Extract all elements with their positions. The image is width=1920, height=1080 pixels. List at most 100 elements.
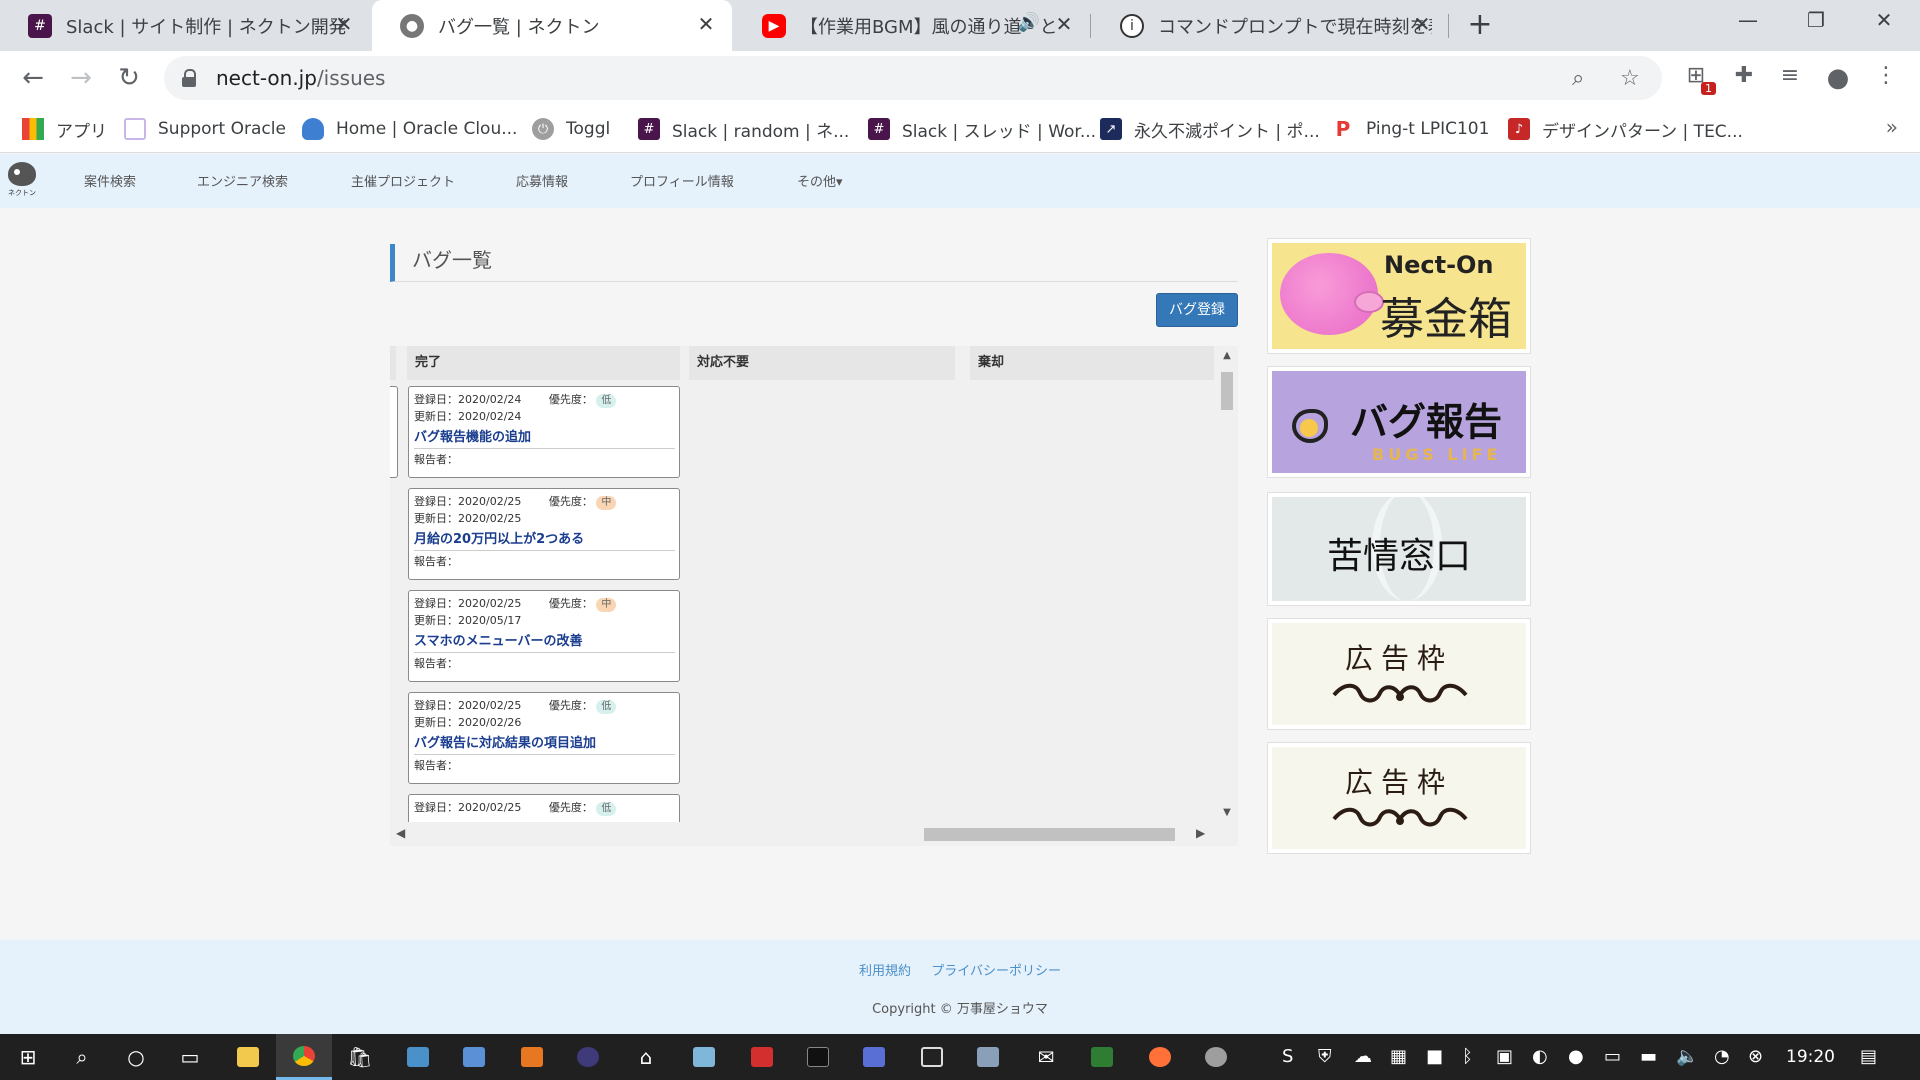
matlab-icon[interactable] <box>504 1034 560 1080</box>
nav-engineer-search[interactable]: エンジニア検索 <box>197 171 288 190</box>
onedrive-icon[interactable]: ☁ <box>1354 1046 1372 1067</box>
partial-card[interactable] <box>390 386 398 478</box>
speaker-icon[interactable]: 🔊 <box>1018 12 1040 33</box>
address-bar[interactable]: nect-on.jp/issues ⌕ ☆ <box>164 56 1662 100</box>
media-queue-icon[interactable]: ≡ <box>1776 63 1804 91</box>
bookmark-slack-thread[interactable]: # Slack | スレッド | Wor... <box>868 116 1096 142</box>
profile-avatar-icon[interactable]: ● <box>1824 63 1852 93</box>
battery-icon[interactable]: ▬ <box>1640 1046 1657 1067</box>
taskbar-clock[interactable]: 19:20 <box>1786 1047 1835 1067</box>
bluetooth-icon[interactable]: ᛒ <box>1462 1046 1473 1067</box>
app-icon[interactable] <box>1074 1034 1130 1080</box>
app-icon[interactable] <box>960 1034 1016 1080</box>
site-logo[interactable]: ネクトン <box>8 162 38 202</box>
forward-arrow-icon[interactable]: → <box>66 64 96 94</box>
app-icon[interactable] <box>904 1034 960 1080</box>
translate-extension-icon[interactable]: ⊞ 1 <box>1682 63 1716 95</box>
bookmark-oracle-cloud[interactable]: Home | Oracle Clou... <box>302 116 517 142</box>
bookmark-toggl[interactable]: ⏻ Toggl <box>532 116 610 142</box>
bug-card[interactable]: 登録日：2020/02/25 優先度： 中 更新日：2020/05/17 スマホ… <box>408 590 680 682</box>
bug-card[interactable]: 登録日：2020/02/25 優先度： 中 更新日：2020/02/25 月給の… <box>408 488 680 580</box>
bug-card[interactable]: 登録日：2020/02/24 優先度： 低 更新日：2020/02/24 バグ報… <box>408 386 680 478</box>
app-tray-icon[interactable]: ▣ <box>1496 1046 1513 1067</box>
nav-project-search[interactable]: 案件検索 <box>84 171 136 190</box>
chevron-double-right-icon[interactable]: » <box>1886 115 1898 139</box>
donation-box-banner[interactable]: Nect-On 募金箱 <box>1267 238 1531 354</box>
app-icon[interactable] <box>446 1034 502 1080</box>
ad-slot-banner[interactable]: 広告枠 <box>1267 742 1531 854</box>
app-tray-icon[interactable]: ● <box>1568 1046 1584 1067</box>
close-tab-icon[interactable]: ✕ <box>694 12 718 36</box>
bug-report-banner[interactable]: バグ報告 BUGS LIFE <box>1267 366 1531 478</box>
register-bug-button[interactable]: バグ登録 <box>1156 293 1238 327</box>
eclipse-icon[interactable] <box>560 1034 616 1080</box>
chrome-icon[interactable] <box>276 1034 332 1080</box>
store-icon[interactable]: 🛍 <box>332 1034 388 1080</box>
task-view-icon[interactable]: ▭ <box>162 1034 218 1080</box>
app-icon[interactable]: ⌂ <box>618 1034 674 1080</box>
security-shield-icon[interactable]: ⛨ <box>1318 1046 1332 1067</box>
bug-title-link[interactable]: バグ報告に対応結果の項目追加 <box>414 734 675 755</box>
nav-profile[interactable]: プロフィール情報 <box>630 171 734 190</box>
scroll-right-arrow-icon[interactable]: ▶ <box>1196 826 1205 840</box>
bookmark-apps[interactable]: アプリ <box>22 116 107 142</box>
bookmark-slack-random[interactable]: # Slack | random | ネ... <box>638 116 849 142</box>
windows-start-icon[interactable]: ⊞ <box>0 1034 56 1080</box>
nav-other-dropdown[interactable]: その他▾ <box>797 171 843 190</box>
app-icon[interactable] <box>676 1034 732 1080</box>
scrollbar-thumb[interactable] <box>924 828 1175 841</box>
app-icon[interactable] <box>390 1034 446 1080</box>
no-connection-icon[interactable]: ⊗ <box>1748 1046 1763 1067</box>
close-tab-icon[interactable]: ✕ <box>1052 12 1076 36</box>
terms-link[interactable]: 利用規約 <box>859 964 911 979</box>
display-icon[interactable]: ▭ <box>1604 1046 1621 1067</box>
scroll-left-arrow-icon[interactable]: ◀ <box>396 826 405 840</box>
bookmark-design-pattern[interactable]: ♪ デザインパターン | TEC... <box>1508 116 1743 142</box>
lock-icon[interactable] <box>182 69 196 87</box>
scroll-down-arrow-icon[interactable]: ▼ <box>1216 807 1238 818</box>
bookmark-ping-t[interactable]: P Ping-t LPIC101 <box>1332 116 1489 142</box>
nav-applications[interactable]: 応募情報 <box>516 171 568 190</box>
bookmark-eternal-points[interactable]: ↗ 永久不滅ポイント | ポ... <box>1100 116 1320 142</box>
puzzle-extensions-icon[interactable]: ✚ <box>1730 63 1758 91</box>
restore-button[interactable]: ❐ <box>1788 8 1844 38</box>
bug-title-link[interactable]: 月給の20万円以上が2つある <box>414 530 675 551</box>
ad-slot-banner[interactable]: 広告枠 <box>1267 618 1531 730</box>
minimize-button[interactable]: — <box>1720 8 1776 38</box>
close-tab-icon[interactable]: ✕ <box>332 12 356 36</box>
tab-command-prompt[interactable]: i コマンドプロンプトで現在時刻を表示 ✕ <box>1092 0 1448 51</box>
star-icon[interactable]: ☆ <box>1620 66 1640 91</box>
cortana-icon[interactable]: ○ <box>108 1034 164 1080</box>
bookmark-support-oracle[interactable]: Support Oracle <box>124 116 286 142</box>
mail-icon[interactable]: ✉ <box>1018 1034 1074 1080</box>
bug-card[interactable]: 登録日：2020/02/25 優先度： 低 更新日：2020/02/26 バグ報… <box>408 692 680 784</box>
scroll-up-arrow-icon[interactable]: ▲ <box>1216 350 1238 361</box>
scrollbar-thumb[interactable] <box>1221 372 1233 410</box>
close-window-button[interactable]: ✕ <box>1856 8 1912 38</box>
close-tab-icon[interactable]: ✕ <box>1410 12 1434 36</box>
bug-title-link[interactable]: スマホのメニューバーの改善 <box>414 632 675 653</box>
tab-youtube-bgm[interactable]: ▶ 【作業用BGM】風の通り道 - と 🔊 ✕ <box>734 0 1090 51</box>
privacy-policy-link[interactable]: プライバシーポリシー <box>931 964 1061 979</box>
app-tray-icon[interactable]: ◐ <box>1532 1046 1548 1067</box>
app-icon[interactable] <box>734 1034 790 1080</box>
skype-icon[interactable]: S <box>1282 1046 1293 1067</box>
board-vertical-scrollbar[interactable]: ▲ ▼ <box>1216 346 1238 822</box>
file-explorer-icon[interactable] <box>220 1034 276 1080</box>
bug-title-link[interactable]: バグ報告機能の追加 <box>414 428 675 449</box>
notification-center-icon[interactable]: ▤ <box>1860 1046 1877 1067</box>
complaint-window-banner[interactable]: 苦情窓口 <box>1267 492 1531 606</box>
wifi-icon[interactable]: ◔ <box>1714 1046 1730 1067</box>
zoom-icon[interactable]: ⌕ <box>1572 66 1584 91</box>
new-tab-button[interactable]: + <box>1464 10 1496 42</box>
reload-icon[interactable]: ↻ <box>114 64 144 94</box>
menu-kebab-icon[interactable]: ⋮ <box>1872 63 1900 91</box>
volume-icon[interactable]: 🔈 <box>1676 1046 1698 1067</box>
nav-hosted-projects[interactable]: 主催プロジェクト <box>351 171 455 190</box>
back-arrow-icon[interactable]: ← <box>18 64 48 94</box>
terminal-icon[interactable] <box>790 1034 846 1080</box>
search-icon[interactable]: ⌕ <box>54 1034 110 1080</box>
app-tray-icon[interactable]: ▦ <box>1390 1046 1407 1067</box>
app-icon[interactable] <box>1188 1034 1244 1080</box>
board-horizontal-scrollbar[interactable]: ◀ ▶ <box>390 822 1238 846</box>
